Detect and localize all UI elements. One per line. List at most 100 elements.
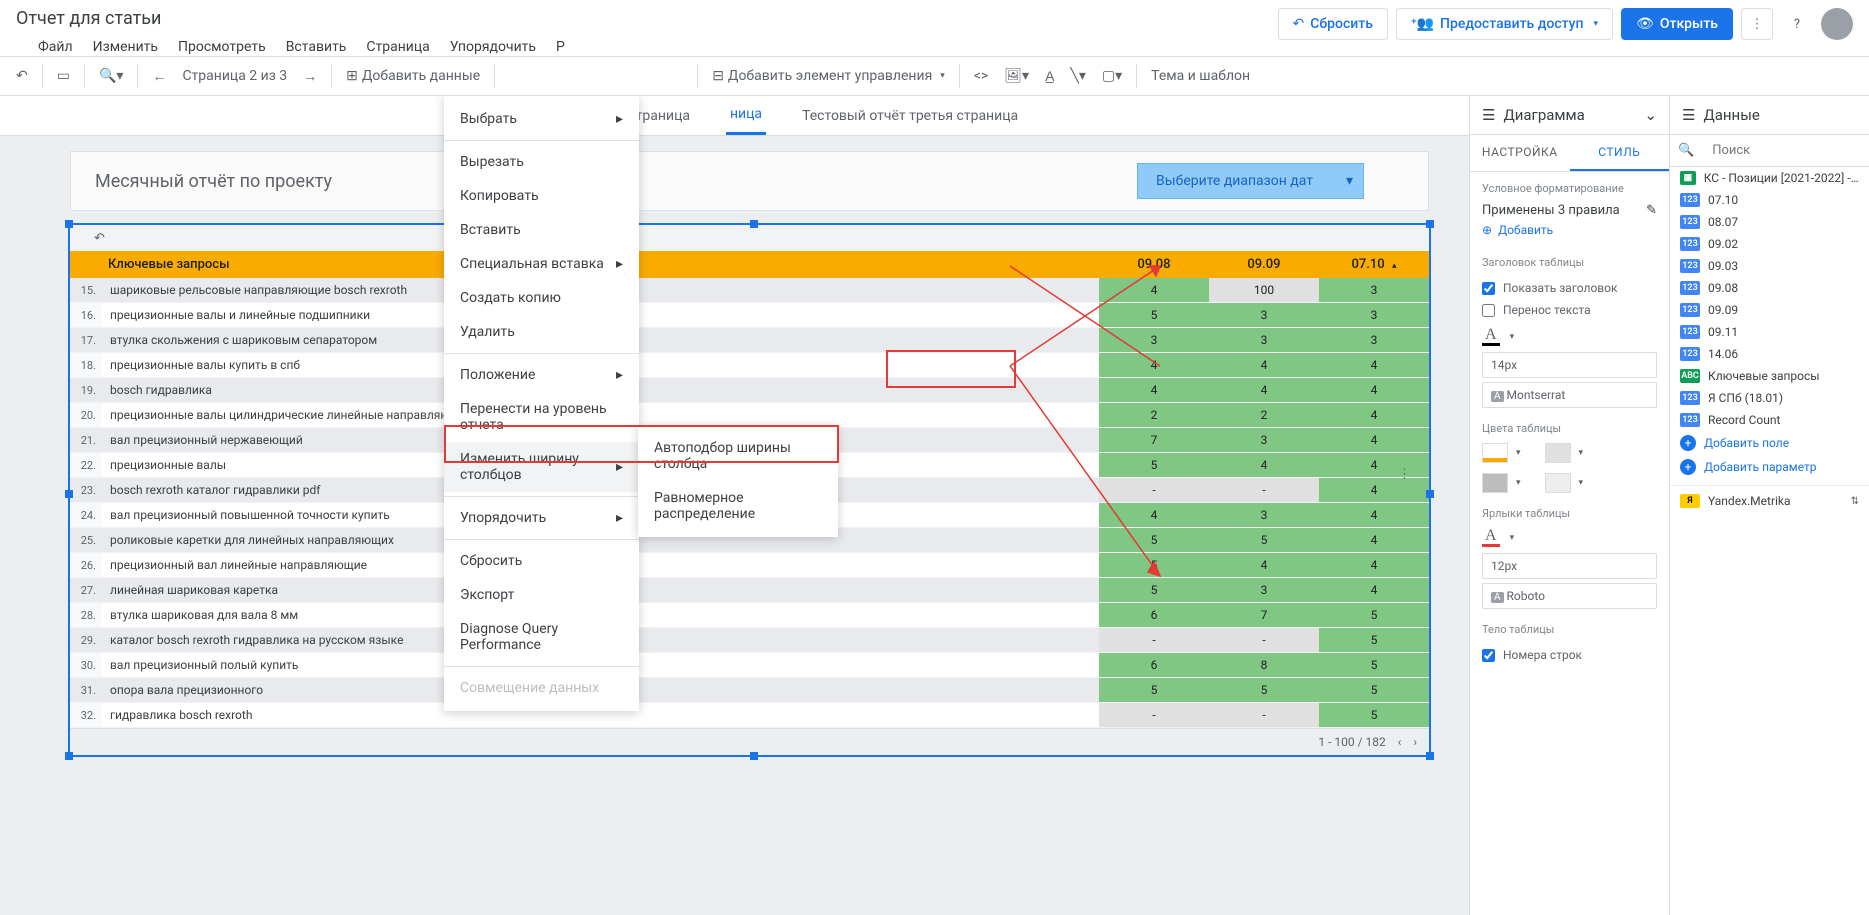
search-icon: 🔍 bbox=[1670, 143, 1702, 158]
label-font-size[interactable]: 12px bbox=[1482, 553, 1657, 579]
tab-1[interactable]: ница bbox=[726, 96, 766, 135]
open-button[interactable]: 👁Открыть bbox=[1621, 8, 1733, 40]
field-item[interactable]: 12314.06 bbox=[1670, 343, 1869, 365]
slider-icon: ⊟ bbox=[712, 68, 724, 84]
field-item[interactable]: 12307.10 bbox=[1670, 189, 1869, 211]
chevron-right-icon: ▸ bbox=[616, 256, 623, 272]
type-icon: ABC bbox=[1680, 369, 1700, 383]
ctx-Изменить ширину столбцов[interactable]: Изменить ширину столбцов▸ bbox=[444, 442, 639, 492]
pencil-icon[interactable]: ✎ bbox=[1646, 203, 1657, 218]
ctx-Создать копию[interactable]: Создать копию bbox=[444, 281, 639, 315]
data-icon: ☰ bbox=[1682, 106, 1695, 124]
field-item[interactable]: 12309.02 bbox=[1670, 233, 1869, 255]
color-swatch[interactable] bbox=[1482, 443, 1508, 463]
add-param-button[interactable]: +Добавить параметр bbox=[1670, 455, 1869, 479]
datasource-metrika[interactable]: Я Yandex.Metrika⇅ bbox=[1670, 485, 1869, 512]
share-icon: ⁺👥 bbox=[1411, 16, 1434, 32]
ctx-Выбрать[interactable]: Выбрать▸ bbox=[444, 102, 639, 136]
text-icon[interactable]: A̲ bbox=[1037, 64, 1062, 89]
ctx-Перенести на уровень отчета[interactable]: Перенести на уровень отчета bbox=[444, 392, 639, 442]
subctx-Равномерное распределение[interactable]: Равномерное распределение bbox=[638, 481, 838, 531]
ctx-Вставить[interactable]: Вставить bbox=[444, 213, 639, 247]
shape-icon[interactable]: ▢▾ bbox=[1094, 64, 1130, 88]
ctx-Удалить[interactable]: Удалить bbox=[444, 315, 639, 349]
body-title: Тело таблицы bbox=[1482, 623, 1657, 636]
ctx-Экспорт[interactable]: Экспорт bbox=[444, 578, 639, 612]
page-next[interactable]: → bbox=[295, 64, 325, 89]
label-font-family[interactable]: A Roboto bbox=[1482, 583, 1657, 609]
ctx-Diagnose Query Performance[interactable]: Diagnose Query Performance bbox=[444, 612, 639, 662]
ctx-Вырезать[interactable]: Вырезать bbox=[444, 145, 639, 179]
add-rule-button[interactable]: ⊕Добавить bbox=[1482, 218, 1657, 242]
undo-button[interactable]: ↶ bbox=[8, 64, 36, 88]
field-item[interactable]: 12309.08 bbox=[1670, 277, 1869, 299]
ctx-Сбросить[interactable]: Сбросить bbox=[444, 544, 639, 578]
doc-title[interactable]: Отчет для статьи bbox=[16, 8, 587, 29]
data-search-input[interactable] bbox=[1702, 135, 1869, 166]
page-prev[interactable]: ← bbox=[144, 64, 174, 89]
chevron-right-icon: ▸ bbox=[616, 459, 623, 475]
plus-icon: + bbox=[1680, 459, 1696, 475]
type-icon: 123 bbox=[1680, 281, 1700, 295]
color-swatch[interactable] bbox=[1482, 473, 1508, 493]
page-indicator[interactable]: Страница 2 из 3 bbox=[174, 64, 295, 88]
embed-icon[interactable]: <> bbox=[966, 64, 996, 88]
font-color-icon[interactable]: A bbox=[1482, 528, 1500, 547]
pointer-tool[interactable]: ▭ bbox=[49, 64, 78, 88]
panel-data-title: Данные bbox=[1703, 106, 1759, 124]
theme-button[interactable]: Тема и шаблон bbox=[1143, 64, 1258, 88]
more-icon[interactable]: ⋮ bbox=[1741, 8, 1773, 40]
add-field-button[interactable]: +Добавить поле bbox=[1670, 431, 1869, 455]
zoom-tool[interactable]: 🔍▾ bbox=[91, 64, 131, 88]
panel-chart-title: Диаграмма bbox=[1503, 106, 1636, 124]
field-item[interactable]: 12309.03 bbox=[1670, 255, 1869, 277]
tab-setup[interactable]: НАСТРОЙКА bbox=[1470, 135, 1570, 171]
font-color-icon[interactable]: A bbox=[1482, 327, 1500, 346]
chevron-down-icon[interactable]: ⌄ bbox=[1644, 106, 1657, 124]
type-icon: 123 bbox=[1680, 325, 1700, 339]
context-submenu: Автоподбор ширины столбцаРавномерное рас… bbox=[638, 425, 838, 537]
type-icon: 123 bbox=[1680, 347, 1700, 361]
list-icon: ☰ bbox=[1482, 106, 1495, 124]
row-numbers-check[interactable] bbox=[1482, 649, 1495, 662]
type-icon: 123 bbox=[1680, 413, 1700, 427]
chevron-right-icon: ▸ bbox=[616, 111, 623, 127]
type-icon: 123 bbox=[1680, 215, 1700, 229]
ctx-Специальная вставка[interactable]: Специальная вставка▸ bbox=[444, 247, 639, 281]
datasource-item[interactable]: ▦ КС - Позиции [2021-2022] - Y [Спб-... bbox=[1670, 167, 1869, 189]
color-swatch[interactable] bbox=[1545, 443, 1571, 463]
header-font-size[interactable]: 14px bbox=[1482, 352, 1657, 378]
share-button[interactable]: ⁺👥Предоставить доступ▾ bbox=[1396, 8, 1613, 40]
reset-button[interactable]: ↶Сбросить bbox=[1278, 8, 1388, 40]
subctx-Автоподбор ширины столбца[interactable]: Автоподбор ширины столбца bbox=[638, 431, 838, 481]
field-item[interactable]: ABCКлючевые запросы bbox=[1670, 365, 1869, 387]
add-data-button[interactable]: ⊞Добавить данные bbox=[338, 64, 488, 88]
chevron-right-icon: ▸ bbox=[616, 367, 623, 383]
field-item[interactable]: 123Я СПб (18.01) bbox=[1670, 387, 1869, 409]
line-icon[interactable]: ╲▾ bbox=[1062, 64, 1093, 88]
field-item[interactable]: 12309.09 bbox=[1670, 299, 1869, 321]
table-more-icon[interactable]: ⋮ bbox=[1398, 467, 1411, 482]
add-control-button[interactable]: ⊟Добавить элемент управления▾ bbox=[704, 64, 953, 88]
undo-icon: ↶ bbox=[1293, 16, 1305, 32]
avatar[interactable] bbox=[1821, 8, 1853, 40]
type-icon: 123 bbox=[1680, 391, 1700, 405]
tab-2[interactable]: Тестовый отчёт третья страница bbox=[798, 98, 1022, 134]
wrap-text-check[interactable] bbox=[1482, 304, 1495, 317]
field-item[interactable]: 123Record Count bbox=[1670, 409, 1869, 431]
help-icon[interactable]: ? bbox=[1781, 8, 1813, 40]
tab-style[interactable]: СТИЛЬ bbox=[1570, 135, 1670, 171]
date-range-select[interactable]: Выберите диапазон дат bbox=[1137, 163, 1364, 199]
ctx-Положение[interactable]: Положение▸ bbox=[444, 358, 639, 392]
show-header-check[interactable] bbox=[1482, 282, 1495, 295]
field-item[interactable]: 12308.07 bbox=[1670, 211, 1869, 233]
color-swatch[interactable] bbox=[1545, 473, 1571, 493]
ctx-Упорядочить[interactable]: Упорядочить▸ bbox=[444, 501, 639, 535]
header-font-family[interactable]: A Montserrat bbox=[1482, 382, 1657, 408]
field-item[interactable]: 12309.11 bbox=[1670, 321, 1869, 343]
image-icon[interactable]: 🖼▾ bbox=[996, 64, 1037, 88]
metrika-icon: Я bbox=[1680, 494, 1700, 508]
ctx-Копировать[interactable]: Копировать bbox=[444, 179, 639, 213]
type-icon: 123 bbox=[1680, 193, 1700, 207]
eye-icon: 👁 bbox=[1636, 16, 1654, 32]
